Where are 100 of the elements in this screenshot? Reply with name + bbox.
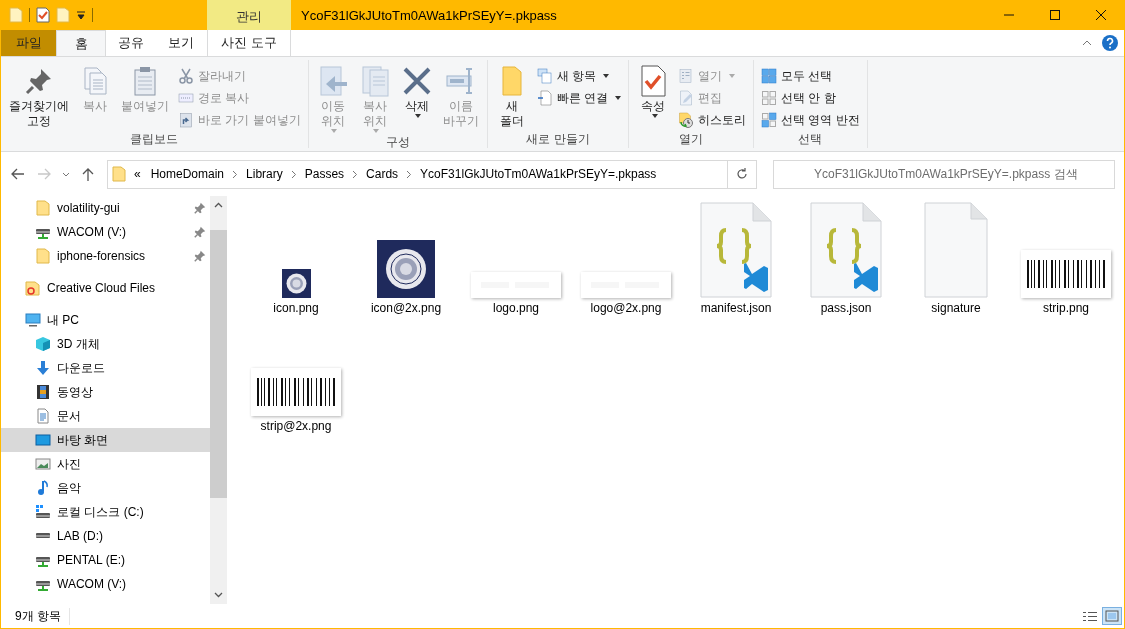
- folder-icon: [35, 248, 51, 264]
- easy-access-icon: [536, 90, 553, 106]
- cube-icon: [35, 336, 51, 352]
- file-name: icon.png: [273, 301, 319, 315]
- new-item-icon: [536, 68, 553, 84]
- file-item[interactable]: signature: [901, 201, 1011, 319]
- ribbon-button[interactable]: 속성: [633, 64, 673, 130]
- file-item[interactable]: logo@2x.png: [571, 201, 681, 319]
- nav-item[interactable]: 동영상: [1, 380, 210, 404]
- json-file-icon: [810, 202, 882, 298]
- blank-file-icon: [924, 202, 988, 298]
- scrollbar[interactable]: [210, 196, 227, 604]
- nav-item[interactable]: 사진: [1, 452, 210, 476]
- ribbon-button[interactable]: 새 폴더: [491, 64, 532, 130]
- nav-item[interactable]: LAB (D:): [1, 524, 210, 548]
- open-icon: [678, 68, 694, 84]
- nav-item[interactable]: 문서: [1, 404, 210, 428]
- file-name: icon@2x.png: [370, 301, 442, 315]
- file-item[interactable]: manifest.json: [681, 201, 791, 319]
- invert-selection-icon: [761, 112, 777, 128]
- ribbon-button[interactable]: 삭제: [396, 64, 437, 133]
- file-name: manifest.json: [700, 301, 772, 315]
- select-none-icon: [761, 90, 777, 106]
- file-item[interactable]: logo.png: [461, 201, 571, 319]
- folder-icon: [112, 166, 126, 182]
- ribbon-button[interactable]: 모두 선택: [758, 66, 863, 86]
- music-note-icon: [35, 480, 51, 496]
- minimize-icon: [1004, 14, 1014, 16]
- breadcrumb[interactable]: Cards: [364, 167, 401, 181]
- nav-item[interactable]: 3D 개체: [1, 332, 210, 356]
- drive-icon: [35, 533, 51, 539]
- ribbon-tab[interactable]: 사진 도구: [207, 30, 291, 56]
- properties-icon[interactable]: [36, 7, 50, 23]
- ribbon-button[interactable]: 새 항목: [533, 66, 624, 86]
- scroll-down-icon[interactable]: [214, 592, 223, 598]
- breadcrumb[interactable]: Library: [244, 167, 285, 181]
- group-label: 클립보드: [129, 131, 180, 148]
- cloud-folder-icon: [25, 280, 41, 296]
- group-label: 새로 만들기: [525, 131, 591, 148]
- ribbon-tab[interactable]: 홈: [56, 30, 106, 56]
- nav-item[interactable]: 로컬 디스크 (C:): [1, 500, 210, 524]
- nav-item[interactable]: WACOM (V:): [1, 220, 210, 244]
- scissors-icon: [178, 68, 194, 84]
- nav-item[interactable]: WACOM (V:): [1, 572, 210, 596]
- pin-icon: [194, 202, 206, 214]
- context-tab-header: 관리: [207, 0, 291, 30]
- caret-icon[interactable]: [76, 10, 86, 20]
- scroll-up-icon[interactable]: [214, 202, 223, 208]
- ribbon-tab[interactable]: 파일: [1, 30, 56, 56]
- file-item[interactable]: icon.png: [241, 201, 351, 319]
- file-item[interactable]: strip.png: [1011, 201, 1121, 319]
- nav-item[interactable]: 다운로드: [1, 356, 210, 380]
- breadcrumb[interactable]: YcoF31lGkJUtoTm0AWa1kPrSEyY=.pkpass: [418, 167, 659, 181]
- forward-arrow-icon: [37, 168, 51, 180]
- history-icon: [678, 112, 694, 128]
- shortcut-icon: [178, 112, 194, 128]
- file-name: pass.json: [820, 301, 872, 315]
- up-arrow-icon: [82, 167, 94, 181]
- back-arrow-icon: [11, 168, 25, 180]
- pin-icon: [194, 250, 206, 262]
- json-file-icon: [700, 202, 772, 298]
- select-all-icon: [761, 68, 777, 84]
- path-icon: [178, 90, 194, 106]
- computer-icon: [25, 312, 41, 328]
- overflow-button[interactable]: «: [132, 167, 143, 181]
- collapse-ribbon-icon[interactable]: [1082, 40, 1092, 46]
- breadcrumb[interactable]: Passes: [302, 167, 347, 181]
- down-arrow-icon: [35, 360, 51, 376]
- group-label: 구성: [384, 134, 411, 151]
- window-title: YcoF31lGkJUtoTm0AWa1kPrSEyY=.pkpass: [300, 6, 558, 25]
- pin-icon: [194, 226, 206, 238]
- chevron-icon: [352, 169, 359, 179]
- help-icon[interactable]: [1102, 35, 1118, 51]
- folder-icon: [35, 200, 51, 216]
- chevron-icon: [290, 169, 297, 179]
- address-bar[interactable]: « HomeDomain Library Passes Cards YcoF31lGkJUtoTm0AWa1kPrSEyY=.pkpass: [107, 159, 757, 189]
- file-name: strip@2x.png: [260, 419, 332, 433]
- nav-item[interactable]: Creative Cloud Files: [1, 276, 210, 300]
- nav-item[interactable]: 바탕 화면: [1, 428, 210, 452]
- file-item[interactable]: pass.json: [791, 201, 901, 319]
- nav-item[interactable]: 음악: [1, 476, 210, 500]
- large-icons-icon: [1105, 610, 1119, 622]
- nav-item[interactable]: volatility-gui: [1, 196, 210, 220]
- nav-item[interactable]: 내 PC: [1, 308, 210, 332]
- chevron-down-icon: [62, 171, 70, 177]
- file-item[interactable]: strip@2x.png: [241, 319, 351, 437]
- film-icon: [35, 384, 51, 400]
- ribbon-button[interactable]: 히스토리: [675, 110, 749, 130]
- chevron-icon: [232, 169, 239, 179]
- nav-item[interactable]: iphone-forensics: [1, 244, 210, 268]
- ribbon-button[interactable]: 선택 안 함: [758, 88, 863, 108]
- ribbon-button[interactable]: 즐겨찾기에 고정: [5, 64, 73, 130]
- file-name: logo.png: [492, 301, 539, 315]
- breadcrumb[interactable]: HomeDomain: [148, 167, 227, 181]
- file-item[interactable]: icon@2x.png: [351, 201, 461, 319]
- search-field[interactable]: YcoF31lGkJUtoTm0AWa1kPrSEyY=.pkpass 검색: [773, 159, 1115, 189]
- folder-icon: [9, 7, 23, 23]
- nav-item[interactable]: PENTAL (E:): [1, 548, 210, 572]
- ribbon-button[interactable]: 빠른 연결: [533, 88, 624, 108]
- ribbon-button[interactable]: 선택 영역 반전: [758, 110, 863, 130]
